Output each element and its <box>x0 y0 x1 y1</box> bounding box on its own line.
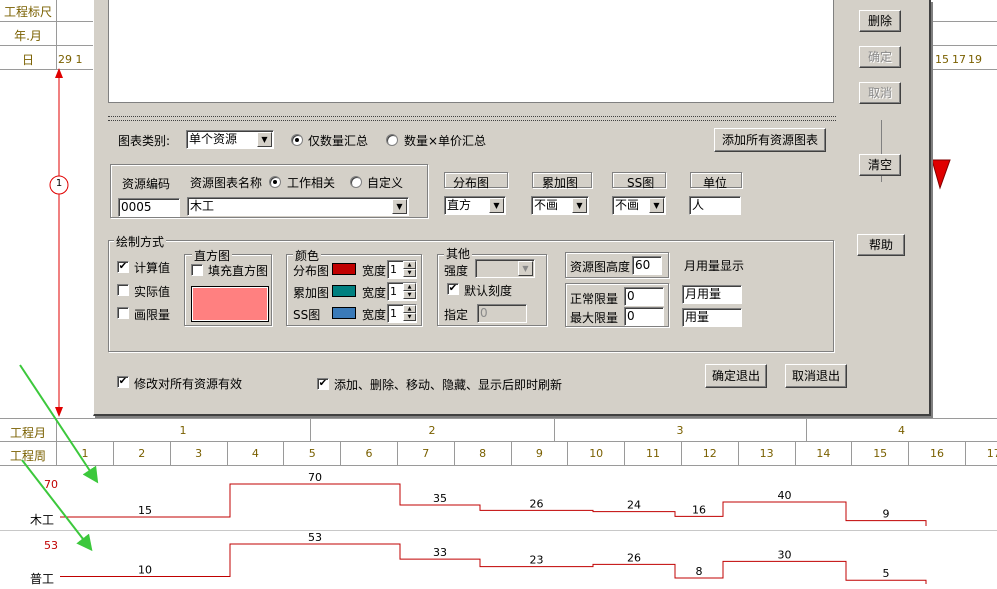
radio-qty-sum-label: 仅数量汇总 <box>308 134 369 148</box>
actual-value-checkbox[interactable] <box>117 284 129 296</box>
cum-width-value: 1 <box>390 285 397 298</box>
ss-width-spinner[interactable]: 1 ▲ ▼ <box>387 304 417 323</box>
intensity-label: 强度 <box>444 264 469 278</box>
confirm-button[interactable]: 确定 <box>859 46 901 68</box>
help-button[interactable]: 帮助 <box>857 234 905 256</box>
resource-code-input[interactable]: 0005 <box>118 198 180 217</box>
resource-name-value: 木工 <box>190 199 215 213</box>
chevron-down-icon: ▼ <box>518 261 533 276</box>
instant-refresh-checkbox[interactable]: ✔ <box>317 378 329 390</box>
radio-qty-price[interactable] <box>386 134 398 146</box>
radio-custom-label: 自定义 <box>367 176 404 190</box>
radio-custom[interactable] <box>350 176 362 188</box>
spin-up-icon[interactable]: ▲ <box>403 305 416 313</box>
draw-limit-checkbox[interactable] <box>117 307 129 319</box>
max-limit-input[interactable]: 0 <box>624 307 664 326</box>
delete-button[interactable]: 删除 <box>859 10 901 32</box>
add-all-resource-charts-button[interactable]: 添加所有资源图表 <box>714 128 826 152</box>
spin-up-icon[interactable]: ▲ <box>403 261 416 269</box>
resource-name-select[interactable]: 木工 ▼ <box>187 197 409 216</box>
specify-input[interactable]: 0 <box>477 304 527 323</box>
color-cum-label: 累加图 <box>293 286 330 300</box>
draw-limit-label: 画限量 <box>134 308 171 322</box>
resource-code-label: 资源编码 <box>122 177 171 191</box>
width-label: 宽度 <box>362 264 387 278</box>
dist-width-spinner[interactable]: 1 ▲ ▼ <box>387 260 417 279</box>
chart-type-select[interactable]: 单个资源 ▼ <box>186 130 274 149</box>
default-scale-checkbox[interactable]: ✔ <box>447 283 459 295</box>
intensity-select[interactable]: ▼ <box>475 259 535 278</box>
width-label: 宽度 <box>362 308 387 322</box>
chart-type-value: 单个资源 <box>189 132 238 146</box>
cum-color-swatch[interactable] <box>332 285 356 297</box>
ok-exit-button[interactable]: 确定退出 <box>705 364 767 388</box>
calc-value-label: 计算值 <box>134 261 171 275</box>
clear-button[interactable]: 清空 <box>859 154 901 176</box>
radio-work-related-label: 工作相关 <box>287 176 336 190</box>
dist-color-swatch[interactable] <box>332 263 356 275</box>
cumulative-select[interactable]: 不画 ▼ <box>531 196 589 215</box>
usage-input[interactable]: 用量 <box>682 308 742 327</box>
dist-width-value: 1 <box>390 263 397 276</box>
apply-all-checkbox[interactable]: ✔ <box>117 376 129 388</box>
chevron-down-icon: ▼ <box>489 198 504 213</box>
normal-limit-input[interactable]: 0 <box>624 287 664 306</box>
resource-chart-name-label: 资源图表名称 <box>190 176 263 190</box>
fill-histogram-label: 填充直方图 <box>208 264 269 278</box>
chevron-down-icon: ▼ <box>392 199 407 214</box>
radio-work-related[interactable] <box>269 176 281 188</box>
resource-height-label: 资源图高度 <box>570 260 631 274</box>
instant-refresh-label: 添加、删除、移动、隐藏、显示后即时刷新 <box>334 378 563 392</box>
other-title: 其他 <box>444 245 473 262</box>
actual-value-label: 实际值 <box>134 285 171 299</box>
resource-chart-dialog: 删除 确定 取消 清空 帮助 图表类别: 单个资源 ▼ 仅数量汇总 数量×单价汇… <box>93 0 931 416</box>
spin-down-icon[interactable]: ▼ <box>403 291 416 299</box>
unit-label: 单位 <box>703 176 728 190</box>
color-dist-label: 分布图 <box>293 264 330 278</box>
chevron-down-icon: ▼ <box>257 132 272 147</box>
resource-chart-list[interactable] <box>108 0 834 103</box>
radio-qty-price-label: 数量×单价汇总 <box>404 134 487 148</box>
chevron-down-icon: ▼ <box>572 198 587 213</box>
cumulative-label: 累加图 <box>542 176 579 190</box>
cumulative-value: 不画 <box>534 198 559 212</box>
fill-histogram-checkbox[interactable] <box>191 264 203 276</box>
cancel-button[interactable]: 取消 <box>859 82 901 104</box>
color-ss-label: SS图 <box>293 308 321 322</box>
fill-color-swatch[interactable] <box>191 286 269 322</box>
distribution-label: 分布图 <box>453 176 490 190</box>
resource-height-input[interactable]: 60 <box>632 256 662 275</box>
distribution-select[interactable]: 直方 ▼ <box>444 196 506 215</box>
ss-width-value: 1 <box>390 307 397 320</box>
monthly-usage-display-label: 月用量显示 <box>684 259 745 273</box>
monthly-usage-input[interactable]: 月用量 <box>682 285 742 304</box>
chart-type-label: 图表类别: <box>118 134 171 148</box>
cum-width-spinner[interactable]: 1 ▲ ▼ <box>387 282 417 301</box>
max-limit-label: 最大限量 <box>570 311 619 325</box>
cancel-exit-button[interactable]: 取消退出 <box>785 364 847 388</box>
normal-limit-label: 正常限量 <box>570 292 619 306</box>
ss-chart-value: 不画 <box>615 198 640 212</box>
spin-down-icon[interactable]: ▼ <box>403 269 416 277</box>
ss-chart-select[interactable]: 不画 ▼ <box>612 196 666 215</box>
calc-value-checkbox[interactable]: ✔ <box>117 261 129 273</box>
apply-all-label: 修改对所有资源有效 <box>134 377 243 391</box>
radio-qty-sum[interactable] <box>291 134 303 146</box>
width-label: 宽度 <box>362 286 387 300</box>
specify-label: 指定 <box>444 308 469 322</box>
drawing-mode-title: 绘制方式 <box>114 233 167 250</box>
unit-input[interactable]: 人 <box>689 196 741 215</box>
default-scale-label: 默认刻度 <box>464 284 513 298</box>
ss-color-swatch[interactable] <box>332 307 356 319</box>
spin-down-icon[interactable]: ▼ <box>403 313 416 321</box>
distribution-value: 直方 <box>447 198 472 212</box>
spin-up-icon[interactable]: ▲ <box>403 283 416 291</box>
ss-chart-label: SS图 <box>627 176 655 190</box>
chevron-down-icon: ▼ <box>649 198 664 213</box>
